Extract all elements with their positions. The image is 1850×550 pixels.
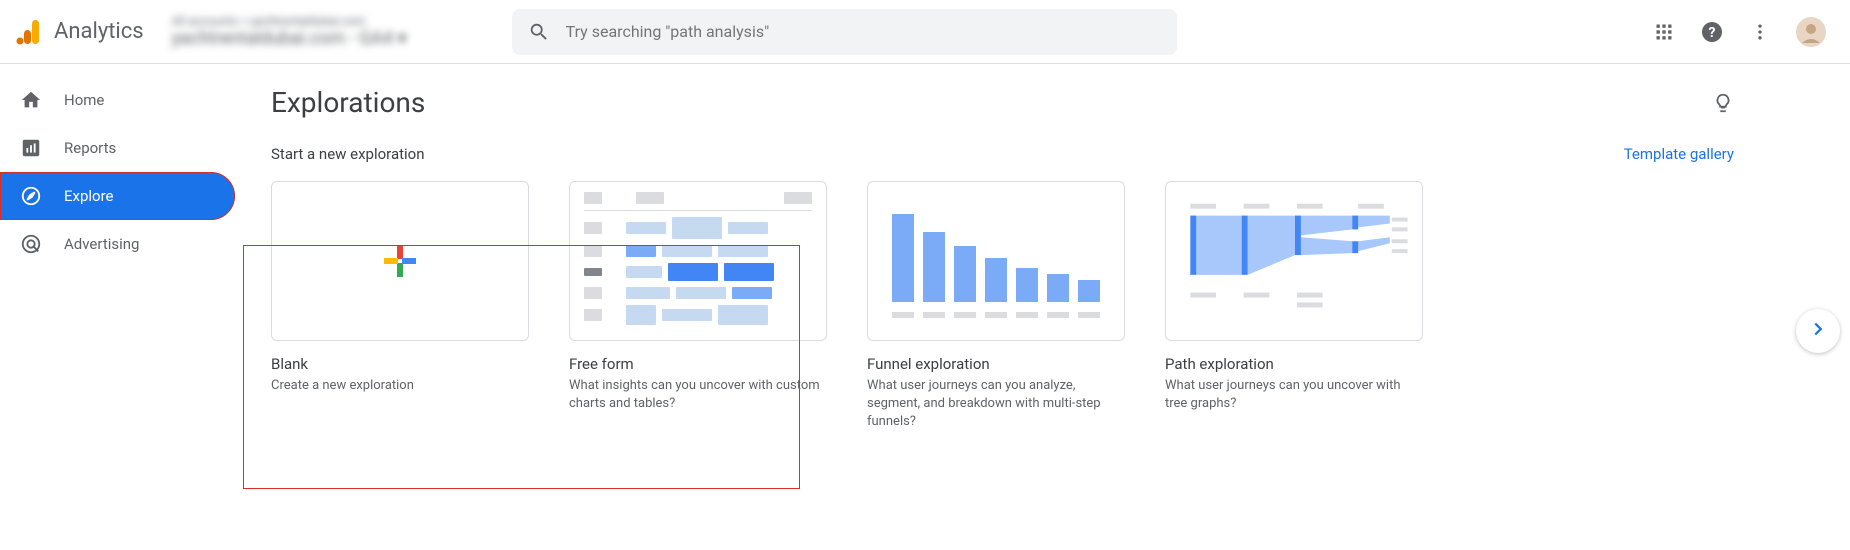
card-desc: Create a new exploration (271, 377, 529, 395)
home-icon (20, 89, 42, 111)
card-blank[interactable]: Blank Create a new exploration (271, 181, 529, 395)
search-input[interactable] (566, 22, 1161, 41)
chevron-right-icon (1807, 318, 1829, 344)
header-actions: ? (1654, 17, 1834, 47)
plus-icon (380, 241, 420, 281)
sidebar: Home Reports Explore Advertising (0, 64, 243, 550)
template-cards: Blank Create a new exploration (271, 181, 1822, 432)
subtitle: Start a new exploration (271, 145, 425, 163)
account-property: yachtrentaldubai.com - GA4 ▾ (172, 28, 492, 49)
help-icon[interactable]: ? (1700, 20, 1724, 44)
card-title: Blank (271, 355, 529, 373)
card-free-form[interactable]: Free form What insights can you uncover … (569, 181, 827, 413)
svg-text:?: ? (1709, 25, 1716, 41)
explore-icon (20, 185, 42, 207)
apps-icon[interactable] (1654, 22, 1674, 42)
sidebar-item-label: Explore (64, 187, 114, 205)
advertising-icon (20, 233, 42, 255)
card-preview-blank (271, 181, 529, 341)
card-desc: What user journeys can you uncover with … (1165, 377, 1423, 413)
account-selector[interactable]: All accounts > yachtrentaldubai.com yach… (172, 14, 492, 49)
search-bar[interactable] (512, 9, 1177, 55)
card-preview-funnel (867, 181, 1125, 341)
sidebar-item-advertising[interactable]: Advertising (0, 220, 235, 268)
template-gallery-link[interactable]: Template gallery (1624, 145, 1734, 163)
page-title: Explorations (271, 86, 425, 119)
sidebar-item-home[interactable]: Home (0, 76, 235, 124)
sidebar-item-explore[interactable]: Explore (0, 172, 235, 220)
main-content: Explorations Start a new exploration Tem… (243, 64, 1850, 550)
card-path[interactable]: Path exploration What user journeys can … (1165, 181, 1423, 413)
logo-group: Analytics (16, 18, 144, 46)
card-desc: What user journeys can you analyze, segm… (867, 377, 1125, 432)
card-title: Free form (569, 355, 827, 373)
app-header: Analytics All accounts > yachtrentalduba… (0, 0, 1850, 64)
sidebar-item-reports[interactable]: Reports (0, 124, 235, 172)
more-vert-icon[interactable] (1750, 22, 1770, 42)
account-path: All accounts > yachtrentaldubai.com (172, 14, 492, 28)
sidebar-item-label: Advertising (64, 235, 139, 253)
card-title: Funnel exploration (867, 355, 1125, 373)
card-preview-freeform (569, 181, 827, 341)
analytics-logo-icon (16, 18, 44, 46)
app-name: Analytics (54, 19, 144, 44)
sidebar-item-label: Reports (64, 139, 116, 157)
reports-icon (20, 137, 42, 159)
scroll-next-button[interactable] (1796, 309, 1840, 353)
card-funnel[interactable]: Funnel exploration What user journeys ca… (867, 181, 1125, 432)
sidebar-item-label: Home (64, 91, 104, 109)
card-desc: What insights can you uncover with custo… (569, 377, 827, 413)
lightbulb-icon[interactable] (1712, 92, 1734, 114)
card-title: Path exploration (1165, 355, 1423, 373)
search-icon (528, 21, 550, 43)
card-preview-path (1165, 181, 1423, 341)
avatar[interactable] (1796, 17, 1826, 47)
